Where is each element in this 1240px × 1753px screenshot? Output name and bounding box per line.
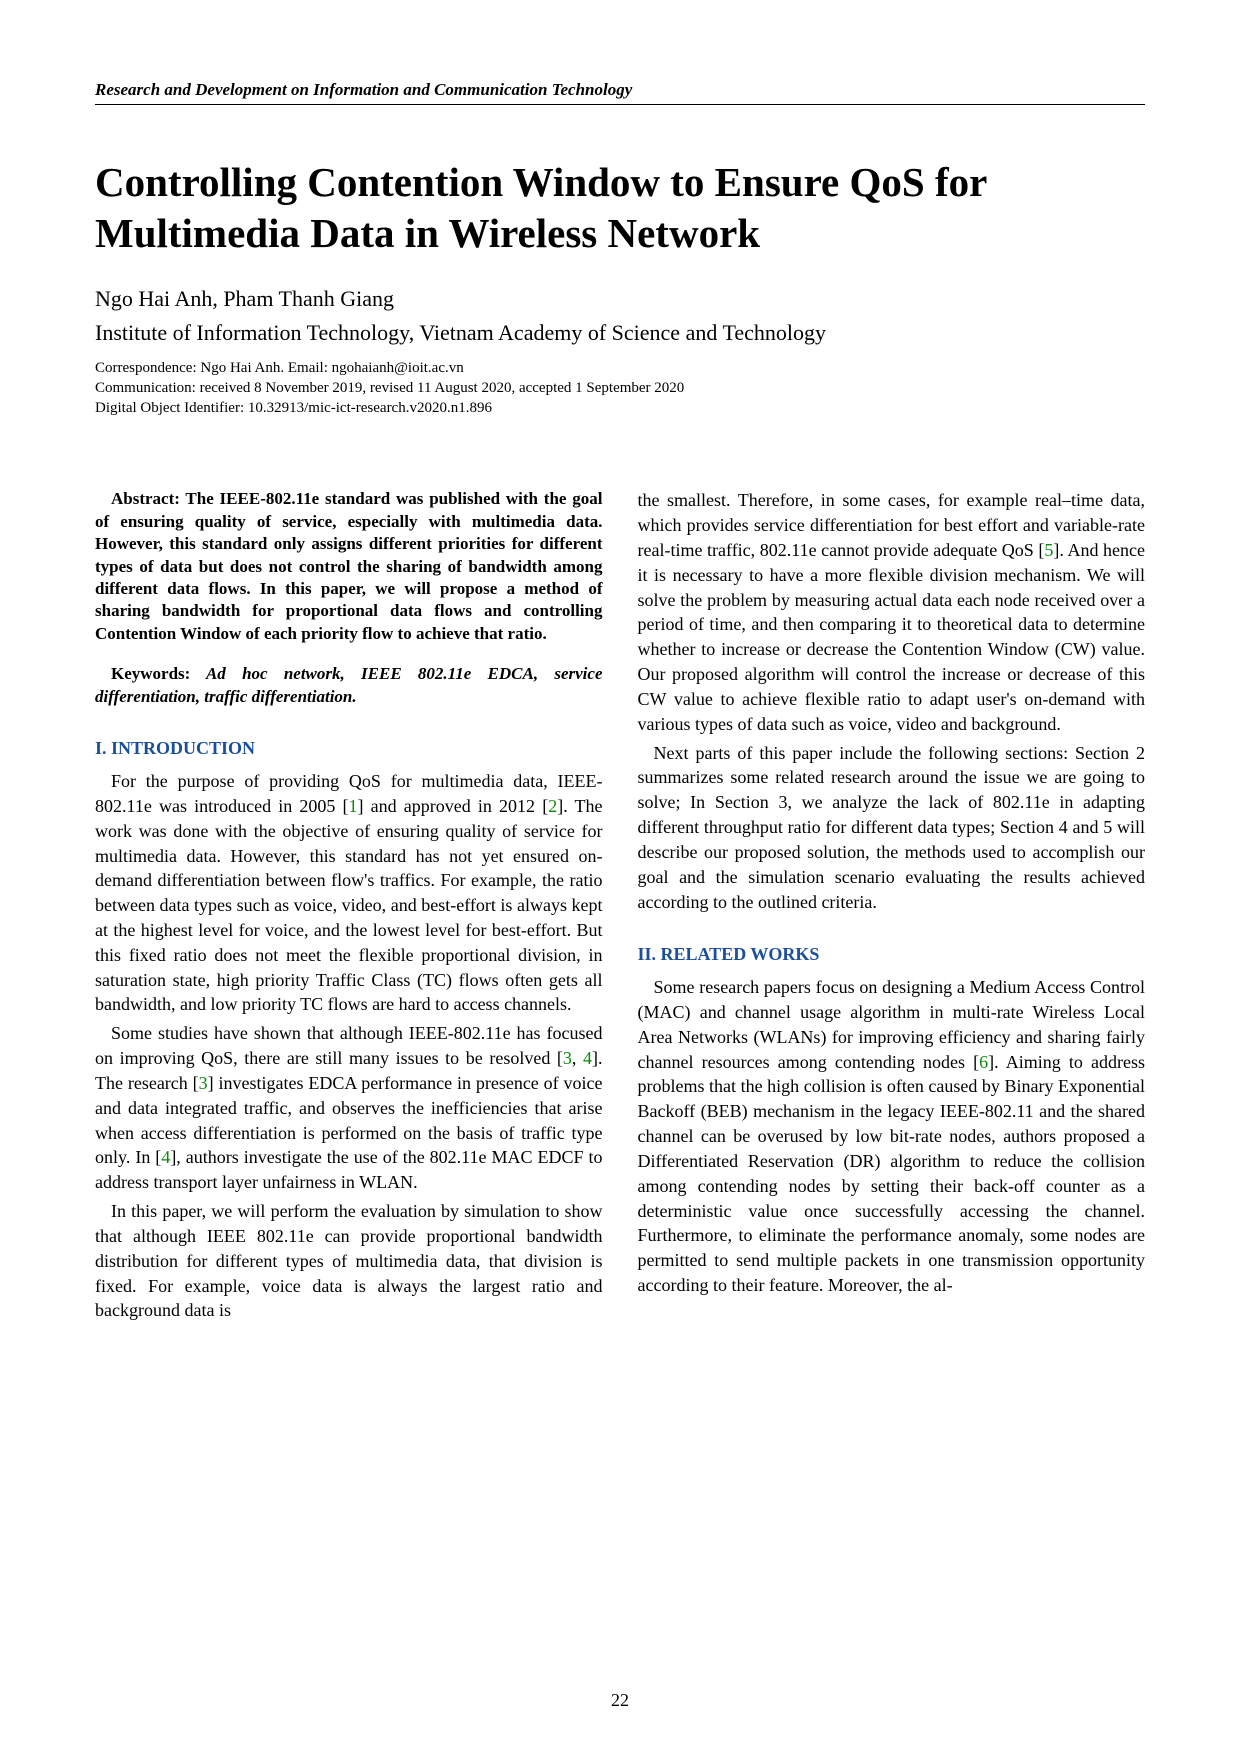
citation-link[interactable]: 4 — [583, 1048, 592, 1068]
keywords-block: Keywords: Ad hoc network, IEEE 802.11e E… — [95, 663, 603, 708]
section-related-heading: II. RELATED WORKS — [638, 942, 1146, 967]
intro-para-1: For the purpose of providing QoS for mul… — [95, 769, 603, 1017]
intro-para-5: Next parts of this paper include the fol… — [638, 741, 1146, 915]
meta-block: Correspondence: Ngo Hai Anh. Email: ngoh… — [95, 358, 1145, 419]
communication-line: Communication: received 8 November 2019,… — [95, 378, 1145, 398]
abstract-text: The IEEE-802.11e standard was published … — [95, 489, 603, 643]
body-columns: Abstract: The IEEE-802.11e standard was … — [95, 488, 1145, 1323]
paper-title: Controlling Contention Window to Ensure … — [95, 157, 1145, 260]
page-root: Research and Development on Information … — [0, 0, 1240, 1753]
intro-para-4: the smallest. Therefore, in some cases, … — [638, 488, 1146, 736]
abstract-block: Abstract: The IEEE-802.11e standard was … — [95, 488, 603, 645]
header-rule — [95, 104, 1145, 105]
related-para-1: Some research papers focus on designing … — [638, 975, 1146, 1298]
correspondence-line: Correspondence: Ngo Hai Anh. Email: ngoh… — [95, 358, 1145, 378]
citation-link[interactable]: 1 — [349, 796, 358, 816]
keywords-label: Keywords: — [95, 664, 190, 683]
citation-link[interactable]: 2 — [548, 796, 557, 816]
intro-para-2: Some studies have shown that although IE… — [95, 1021, 603, 1195]
citation-link[interactable]: 6 — [979, 1052, 988, 1072]
citation-link[interactable]: 3 — [199, 1073, 208, 1093]
citation-link[interactable]: 4 — [161, 1147, 170, 1167]
journal-name: Research and Development on Information … — [95, 80, 1145, 100]
citation-link[interactable]: 3 — [563, 1048, 572, 1068]
page-number: 22 — [0, 1690, 1240, 1711]
section-intro-heading: I. INTRODUCTION — [95, 736, 603, 761]
author-list: Ngo Hai Anh, Pham Thanh Giang — [95, 286, 1145, 312]
affiliation: Institute of Information Technology, Vie… — [95, 320, 1145, 346]
intro-para-3: In this paper, we will perform the evalu… — [95, 1199, 603, 1323]
doi-line: Digital Object Identifier: 10.32913/mic-… — [95, 398, 1145, 418]
abstract-label: Abstract: — [95, 489, 180, 508]
